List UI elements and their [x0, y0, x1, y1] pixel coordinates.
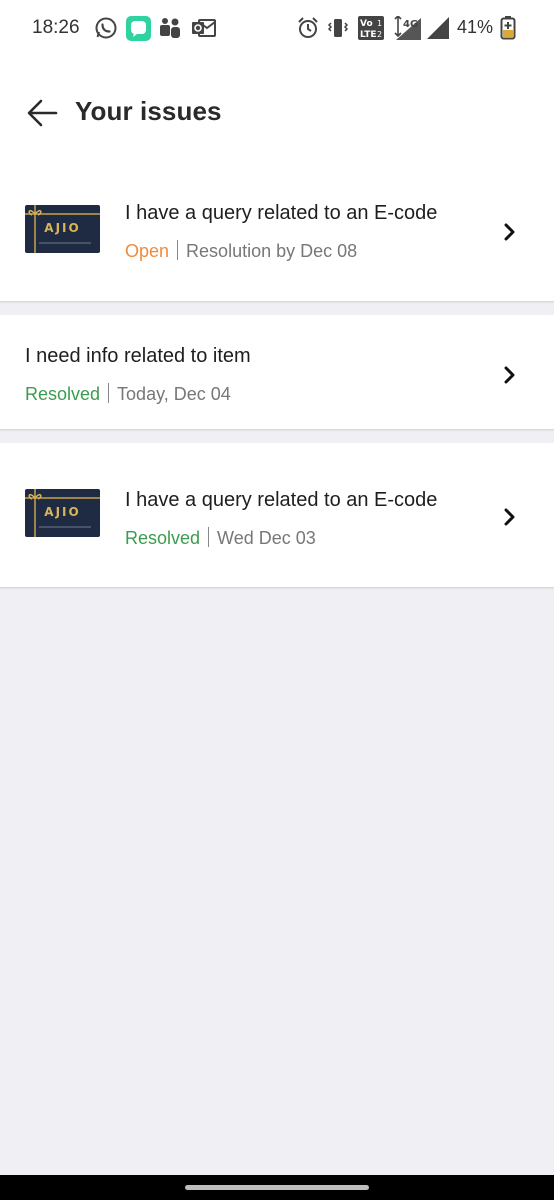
status-badge: Open	[125, 241, 170, 261]
battery-charging-icon	[500, 16, 516, 40]
app-header: Your issues	[0, 58, 554, 170]
status-badge: Resolved	[25, 384, 101, 404]
network-4g-icon: 4G	[394, 16, 421, 40]
meta-divider	[208, 527, 210, 547]
alarm-icon	[298, 17, 318, 38]
issue-meta: Resolved Wed Dec 03	[125, 527, 316, 549]
issue-card[interactable]: AJIO I have a query related to an E-code…	[0, 443, 554, 588]
battery-percent: 41%	[457, 17, 494, 37]
issue-title: I have a query related to an E-code	[125, 202, 438, 224]
svg-text:LTE: LTE	[360, 30, 377, 40]
ajio-gift-card-thumbnail: AJIO	[25, 205, 100, 253]
status-time: 18:26	[32, 17, 80, 38]
home-indicator[interactable]	[185, 1185, 369, 1190]
status-badge: Resolved	[125, 528, 201, 548]
ajio-gift-card-thumbnail: AJIO	[25, 489, 100, 537]
svg-text:2: 2	[377, 30, 382, 39]
issue-date: Wed Dec 03	[217, 528, 316, 548]
system-navigation-bar	[0, 1175, 554, 1200]
issue-meta: Resolved Today, Dec 04	[25, 383, 231, 405]
svg-text:1: 1	[377, 19, 382, 28]
teams-icon	[160, 18, 180, 38]
issue-card[interactable]: I need info related to item Resolved Toda…	[0, 315, 554, 430]
issue-card[interactable]: AJIO I have a query related to an E-code…	[0, 170, 554, 302]
issue-date: Today, Dec 04	[117, 384, 231, 404]
issue-title: I need info related to item	[25, 345, 251, 367]
chevron-right-icon[interactable]	[503, 507, 517, 527]
page-title: Your issues	[75, 96, 222, 126]
status-bar: 18:26 Vo LTE 1 2 4G 41%	[0, 0, 554, 58]
chevron-right-icon[interactable]	[503, 365, 517, 385]
chat-app-icon	[126, 16, 151, 41]
signal-icon	[427, 17, 449, 39]
ajio-logo: AJIO	[44, 221, 81, 235]
outlook-icon	[192, 19, 216, 37]
meta-divider	[108, 383, 110, 403]
whatsapp-icon	[95, 17, 117, 39]
issue-meta: Open Resolution by Dec 08	[125, 240, 357, 262]
issue-title: I have a query related to an E-code	[125, 489, 438, 511]
meta-divider	[177, 240, 179, 260]
svg-text:Vo: Vo	[360, 19, 373, 29]
screen: 18:26 Vo LTE 1 2 4G 41% Your issues AJIO…	[0, 0, 554, 1200]
arrow-left-icon[interactable]	[26, 98, 60, 128]
volte-icon: Vo LTE 1 2	[358, 16, 384, 40]
ajio-logo: AJIO	[44, 505, 81, 519]
vibrate-icon	[327, 19, 349, 37]
chevron-right-icon[interactable]	[503, 222, 517, 242]
issue-date: Resolution by Dec 08	[186, 241, 358, 261]
